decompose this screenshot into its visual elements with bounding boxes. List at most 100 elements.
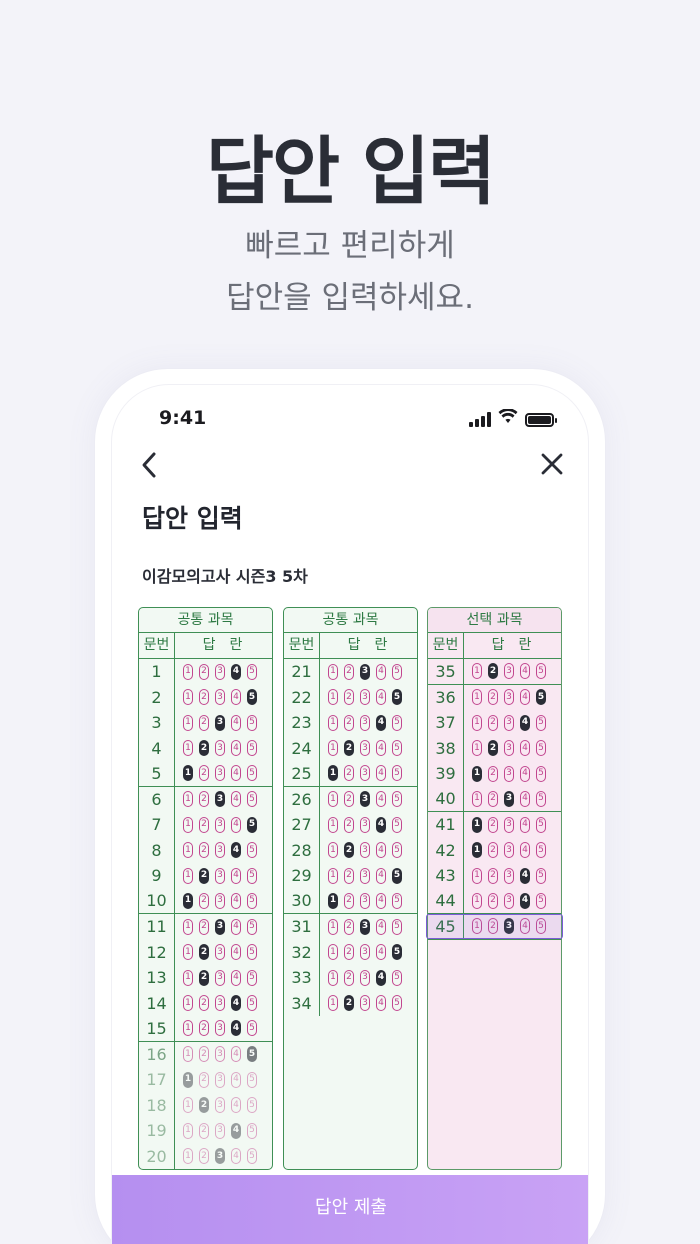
answer-bubble-1[interactable]: 1 bbox=[183, 867, 193, 884]
answer-bubble-1[interactable]: 1 bbox=[328, 892, 338, 909]
answer-bubble-2[interactable]: 2 bbox=[199, 1071, 209, 1088]
answer-bubble-1[interactable]: 1 bbox=[472, 790, 482, 807]
answer-bubble-1[interactable]: 1 bbox=[328, 663, 338, 680]
answer-bubble-3[interactable]: 3 bbox=[215, 867, 225, 884]
answer-bubble-2[interactable]: 2 bbox=[199, 1020, 209, 1037]
answer-bubble-4[interactable]: 4 bbox=[231, 1148, 241, 1165]
answer-bubble-1[interactable]: 1 bbox=[183, 1097, 193, 1114]
answer-bubble-2[interactable]: 2 bbox=[488, 689, 498, 706]
answer-bubble-4[interactable]: 4 bbox=[231, 816, 241, 833]
answer-bubble-5[interactable]: 5 bbox=[536, 689, 546, 706]
answer-bubble-5[interactable]: 5 bbox=[536, 842, 546, 859]
answer-bubble-3[interactable]: 3 bbox=[215, 816, 225, 833]
answer-bubble-1[interactable]: 1 bbox=[183, 714, 193, 731]
answer-bubble-5[interactable]: 5 bbox=[247, 1122, 257, 1139]
answer-bubble-5[interactable]: 5 bbox=[392, 944, 402, 961]
answer-bubble-5[interactable]: 5 bbox=[247, 842, 257, 859]
answer-bubble-4[interactable]: 4 bbox=[376, 995, 386, 1012]
answer-bubble-2[interactable]: 2 bbox=[488, 816, 498, 833]
answer-bubble-5[interactable]: 5 bbox=[247, 791, 257, 808]
answer-bubble-4[interactable]: 4 bbox=[231, 791, 241, 808]
answer-bubble-5[interactable]: 5 bbox=[392, 995, 402, 1012]
answer-bubble-3[interactable]: 3 bbox=[215, 791, 225, 808]
answer-bubble-1[interactable]: 1 bbox=[183, 944, 193, 961]
answer-bubble-4[interactable]: 4 bbox=[520, 816, 530, 833]
answer-bubble-5[interactable]: 5 bbox=[392, 918, 402, 935]
answer-bubble-5[interactable]: 5 bbox=[392, 791, 402, 808]
answer-bubble-3[interactable]: 3 bbox=[504, 867, 514, 884]
answer-bubble-4[interactable]: 4 bbox=[376, 969, 386, 986]
answer-bubble-2[interactable]: 2 bbox=[344, 969, 354, 986]
answer-bubble-4[interactable]: 4 bbox=[376, 944, 386, 961]
answer-bubble-4[interactable]: 4 bbox=[231, 1046, 241, 1063]
answer-bubble-1[interactable]: 1 bbox=[183, 1046, 193, 1063]
answer-bubble-3[interactable]: 3 bbox=[215, 995, 225, 1012]
answer-bubble-2[interactable]: 2 bbox=[344, 689, 354, 706]
answer-bubble-2[interactable]: 2 bbox=[199, 689, 209, 706]
answer-bubble-3[interactable]: 3 bbox=[215, 1097, 225, 1114]
answer-bubble-3[interactable]: 3 bbox=[215, 892, 225, 909]
answer-bubble-5[interactable]: 5 bbox=[247, 892, 257, 909]
answer-bubble-3[interactable]: 3 bbox=[360, 765, 370, 782]
answer-bubble-2[interactable]: 2 bbox=[199, 1097, 209, 1114]
answer-bubble-4[interactable]: 4 bbox=[231, 1020, 241, 1037]
answer-bubble-4[interactable]: 4 bbox=[376, 689, 386, 706]
answer-bubble-5[interactable]: 5 bbox=[536, 714, 546, 731]
answer-bubble-3[interactable]: 3 bbox=[360, 663, 370, 680]
answer-bubble-2[interactable]: 2 bbox=[344, 765, 354, 782]
answer-bubble-3[interactable]: 3 bbox=[504, 663, 514, 680]
answer-bubble-4[interactable]: 4 bbox=[520, 689, 530, 706]
answer-bubble-1[interactable]: 1 bbox=[328, 842, 338, 859]
answer-bubble-3[interactable]: 3 bbox=[215, 1046, 225, 1063]
answer-bubble-2[interactable]: 2 bbox=[488, 714, 498, 731]
answer-bubble-1[interactable]: 1 bbox=[183, 816, 193, 833]
answer-bubble-2[interactable]: 2 bbox=[344, 663, 354, 680]
answer-bubble-4[interactable]: 4 bbox=[376, 740, 386, 757]
answer-bubble-2[interactable]: 2 bbox=[488, 663, 498, 680]
answer-bubble-2[interactable]: 2 bbox=[488, 740, 498, 757]
back-icon[interactable] bbox=[140, 451, 158, 486]
answer-bubble-4[interactable]: 4 bbox=[231, 918, 241, 935]
answer-bubble-5[interactable]: 5 bbox=[247, 1097, 257, 1114]
answer-bubble-1[interactable]: 1 bbox=[328, 995, 338, 1012]
answer-bubble-2[interactable]: 2 bbox=[344, 816, 354, 833]
answer-bubble-4[interactable]: 4 bbox=[520, 663, 530, 680]
answer-bubble-3[interactable]: 3 bbox=[360, 791, 370, 808]
answer-bubble-3[interactable]: 3 bbox=[215, 944, 225, 961]
answer-bubble-3[interactable]: 3 bbox=[215, 1122, 225, 1139]
answer-bubble-1[interactable]: 1 bbox=[183, 995, 193, 1012]
answer-bubble-5[interactable]: 5 bbox=[536, 816, 546, 833]
answer-bubble-5[interactable]: 5 bbox=[536, 663, 546, 680]
answer-bubble-4[interactable]: 4 bbox=[376, 765, 386, 782]
answer-bubble-4[interactable]: 4 bbox=[376, 892, 386, 909]
answer-bubble-5[interactable]: 5 bbox=[536, 867, 546, 884]
answer-bubble-1[interactable]: 1 bbox=[328, 867, 338, 884]
answer-bubble-3[interactable]: 3 bbox=[360, 918, 370, 935]
answer-bubble-1[interactable]: 1 bbox=[472, 740, 482, 757]
answer-bubble-5[interactable]: 5 bbox=[536, 765, 546, 782]
close-icon[interactable] bbox=[540, 449, 564, 484]
answer-bubble-4[interactable]: 4 bbox=[376, 663, 386, 680]
answer-bubble-5[interactable]: 5 bbox=[392, 867, 402, 884]
answer-bubble-4[interactable]: 4 bbox=[231, 1122, 241, 1139]
answer-bubble-1[interactable]: 1 bbox=[183, 1071, 193, 1088]
answer-bubble-5[interactable]: 5 bbox=[392, 892, 402, 909]
answer-bubble-1[interactable]: 1 bbox=[183, 791, 193, 808]
answer-bubble-3[interactable]: 3 bbox=[360, 944, 370, 961]
answer-bubble-1[interactable]: 1 bbox=[472, 867, 482, 884]
answer-bubble-5[interactable]: 5 bbox=[247, 663, 257, 680]
answer-bubble-3[interactable]: 3 bbox=[215, 1148, 225, 1165]
answer-bubble-1[interactable]: 1 bbox=[328, 944, 338, 961]
answer-bubble-2[interactable]: 2 bbox=[199, 663, 209, 680]
answer-bubble-3[interactable]: 3 bbox=[504, 689, 514, 706]
answer-bubble-4[interactable]: 4 bbox=[231, 944, 241, 961]
answer-bubble-2[interactable]: 2 bbox=[488, 842, 498, 859]
answer-bubble-3[interactable]: 3 bbox=[504, 765, 514, 782]
answer-bubble-2[interactable]: 2 bbox=[199, 918, 209, 935]
answer-bubble-2[interactable]: 2 bbox=[199, 765, 209, 782]
answer-bubble-1[interactable]: 1 bbox=[472, 714, 482, 731]
answer-bubble-4[interactable]: 4 bbox=[376, 816, 386, 833]
submit-button[interactable]: 답안 제출 bbox=[112, 1175, 588, 1244]
answer-bubble-5[interactable]: 5 bbox=[247, 918, 257, 935]
answer-bubble-3[interactable]: 3 bbox=[360, 816, 370, 833]
